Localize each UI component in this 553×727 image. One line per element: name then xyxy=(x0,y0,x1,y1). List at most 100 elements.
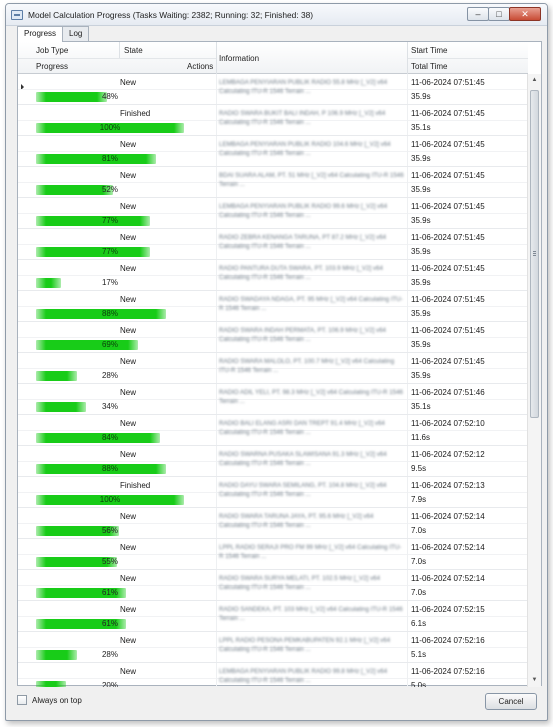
scroll-up-icon[interactable]: ▲ xyxy=(528,74,541,87)
job-information: RADIO SWARA MALOLO, PT. 100.7 MHz [_V2] … xyxy=(219,358,395,374)
scroll-down-icon[interactable]: ▼ xyxy=(528,674,541,687)
maximize-icon: □ xyxy=(496,9,502,19)
column-header-progress[interactable]: Progress xyxy=(36,62,68,71)
total-time: 9.5s xyxy=(411,464,427,473)
grid-header: Job Type State Progress Actions Informat… xyxy=(18,42,528,74)
job-state: New xyxy=(120,264,137,273)
column-header-start-time[interactable]: Start Time xyxy=(411,46,447,55)
column-separator xyxy=(407,539,408,569)
total-time: 5.0s xyxy=(411,681,427,687)
column-separator xyxy=(407,322,408,352)
job-information: RADIO SWARA SURYA MELATI, PT. 102.5 MHz … xyxy=(219,575,381,591)
table-row[interactable]: New 81% LEMBAGA PENYIARAN PUBLIK RADIO 104… xyxy=(18,136,528,167)
table-row[interactable]: New 61% RADIO SANDEKA, PT. 103 MHz [_V2] v… xyxy=(18,601,528,632)
column-separator xyxy=(216,446,217,476)
column-separator xyxy=(407,384,408,414)
start-time: 11-06-2024 07:51:45 xyxy=(411,78,485,87)
table-row[interactable]: New 84% RADIO BALI ELANG ASRI DAN TREPT 91… xyxy=(18,415,528,446)
table-row[interactable]: Finished 100% RADIO DAYU SWARA SEMILANG, P… xyxy=(18,477,528,508)
cancel-button[interactable]: Cancel xyxy=(485,693,537,710)
column-header-actions[interactable]: Actions xyxy=(187,62,213,71)
progress-percent: 100% xyxy=(99,495,121,504)
progress-percent: 17% xyxy=(101,278,118,287)
start-time: 11-06-2024 07:51:45 xyxy=(411,295,485,304)
table-row[interactable]: New 55% LPPL RADIO SERAJI PRO FM 99 MHz [_… xyxy=(18,539,528,570)
table-row[interactable]: Finished 100% RADIO SWARA BUKIT BALI INDAH… xyxy=(18,105,528,136)
table-row[interactable]: New 69% RADIO SWARA INDAH PERMATA, PT. 106… xyxy=(18,322,528,353)
maximize-button[interactable]: □ xyxy=(488,7,510,21)
close-button[interactable]: ✕ xyxy=(509,7,541,21)
job-information: LPPL RADIO SERAJI PRO FM 99 MHz [_V2] v6… xyxy=(219,544,402,560)
start-time: 11-06-2024 07:51:45 xyxy=(411,140,485,149)
progress-bar: 34% xyxy=(36,401,184,412)
job-state: New xyxy=(120,605,137,614)
start-time: 11-06-2024 07:52:15 xyxy=(411,605,485,614)
progress-percent: 48% xyxy=(101,92,118,101)
start-time: 11-06-2024 07:52:16 xyxy=(411,636,485,645)
start-time: 11-06-2024 07:52:13 xyxy=(411,481,485,490)
table-row[interactable]: New 17% RADIO PANTURA DUTA SWARA, PT. 103.… xyxy=(18,260,528,291)
job-information: LEMBAGA PENYIARAN PUBLIK RADIO 104.6 MHz… xyxy=(219,141,391,157)
table-row[interactable]: New 88% RADIO SWARNA PUSAKA SLAWISANA 91.3… xyxy=(18,446,528,477)
column-separator xyxy=(407,260,408,290)
column-separator xyxy=(407,353,408,383)
always-on-top-checkbox[interactable] xyxy=(17,695,27,705)
table-row[interactable]: New 48% LEMBAGA PENYIARAN PUBLIK RADIO 55.… xyxy=(18,74,528,105)
total-time: 7.9s xyxy=(411,495,427,504)
total-time: 35.9s xyxy=(411,309,431,318)
column-separator xyxy=(407,74,408,104)
column-separator xyxy=(407,291,408,321)
table-row[interactable]: New 77% RADIO ZEBRA KENANGA TARUNA, PT 87.… xyxy=(18,229,528,260)
column-header-information[interactable]: Information xyxy=(219,54,259,63)
table-row[interactable]: New 88% RADIO SWADAYA NDAGA, PT. 95 MHz [_… xyxy=(18,291,528,322)
minimize-button[interactable]: – xyxy=(467,7,489,21)
header-divider xyxy=(407,58,528,59)
progress-bar: 100% xyxy=(36,122,184,133)
progress-percent: 77% xyxy=(101,216,118,225)
table-row[interactable]: New 56% RADIO SWARA TARUNA JAYA, PT. 95.6 … xyxy=(18,508,528,539)
app-window-icon xyxy=(11,10,23,20)
start-time: 11-06-2024 07:51:45 xyxy=(411,202,485,211)
column-header-job-type[interactable]: Job Type xyxy=(36,46,68,55)
table-row[interactable]: New 34% RADIO ADIL YELI, PT. 98.3 MHz [_V2… xyxy=(18,384,528,415)
progress-bar: 56% xyxy=(36,525,184,536)
column-separator xyxy=(216,384,217,414)
column-separator xyxy=(216,570,217,600)
job-state: New xyxy=(120,636,137,645)
job-information: RADIO BALI ELANG ASRI DAN TREPT 91.4 MHz… xyxy=(219,420,385,436)
start-time: 11-06-2024 07:52:14 xyxy=(411,512,485,521)
column-separator xyxy=(407,570,408,600)
column-separator xyxy=(216,136,217,166)
job-information: LEMBAGA PENYIARAN PUBLIK RADIO 55.8 MHz … xyxy=(219,79,388,95)
job-state: New xyxy=(120,78,137,87)
table-row[interactable]: New 52% BDAI SUARA ALAM, PT. 51 MHz [_V2] … xyxy=(18,167,528,198)
table-row[interactable]: New 77% LEMBAGA PENYIARAN PUBLIK RADIO 99.… xyxy=(18,198,528,229)
table-row[interactable]: New 20% LEMBAGA PENYIARAN PUBLIK RADIO 99.… xyxy=(18,663,528,687)
column-header-state[interactable]: State xyxy=(124,46,143,55)
table-row[interactable]: New 28% RADIO SWARA MALOLO, PT. 100.7 MHz … xyxy=(18,353,528,384)
column-header-total-time[interactable]: Total Time xyxy=(411,62,447,71)
tab-log[interactable]: Log xyxy=(62,26,90,41)
total-time: 35.9s xyxy=(411,278,431,287)
job-information: BDAI SUARA ALAM, PT. 51 MHz [_V2] v64 Ca… xyxy=(219,172,404,188)
total-time: 6.1s xyxy=(411,619,427,628)
job-information: LEMBAGA PENYIARAN PUBLIK RADIO 99.8 MHz … xyxy=(219,668,388,684)
tab-progress[interactable]: Progress xyxy=(17,26,64,42)
scroll-thumb[interactable] xyxy=(530,90,539,418)
column-separator xyxy=(216,415,217,445)
column-separator xyxy=(407,105,408,135)
vertical-scrollbar[interactable]: ▲ ▼ xyxy=(527,74,541,687)
column-separator xyxy=(407,508,408,538)
start-time: 11-06-2024 07:52:14 xyxy=(411,543,485,552)
progress-bar: 69% xyxy=(36,339,184,350)
progress-bar: 81% xyxy=(36,153,184,164)
table-row[interactable]: New 61% RADIO SWARA SURYA MELATI, PT. 102.… xyxy=(18,570,528,601)
progress-percent: 88% xyxy=(101,309,118,318)
title-bar[interactable]: Model Calculation Progress (Tasks Waitin… xyxy=(6,4,547,26)
minimize-icon: – xyxy=(475,9,481,19)
start-time: 11-06-2024 07:51:45 xyxy=(411,326,485,335)
always-on-top-option[interactable]: Always on top xyxy=(17,695,82,705)
total-time: 35.9s xyxy=(411,247,431,256)
table-row[interactable]: New 28% LPPL RADIO PESONA PEMKABUPATEN 92.… xyxy=(18,632,528,663)
progress-bar: 77% xyxy=(36,215,184,226)
